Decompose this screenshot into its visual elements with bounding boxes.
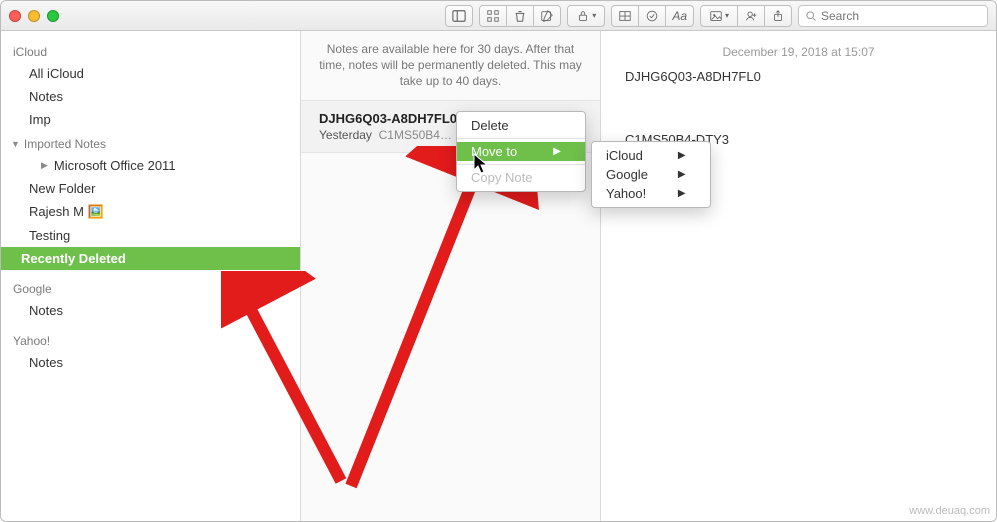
sidebar-item-rajesh[interactable]: Rajesh M 🖼️: [1, 200, 300, 224]
compose-icon: [540, 9, 554, 23]
sidebar-item-all-icloud[interactable]: All iCloud: [1, 62, 300, 85]
toolbar: ▾ Aa ▾: [1, 1, 996, 31]
menu-separator: [457, 138, 585, 139]
chevron-down-icon: ▾: [725, 11, 729, 20]
delete-button[interactable]: [506, 5, 534, 27]
chevron-right-icon: ▶: [678, 169, 686, 180]
sidebar-item-google-notes[interactable]: Notes: [1, 299, 300, 322]
sidebar-item-testing[interactable]: Testing: [1, 224, 300, 247]
search-icon: [805, 10, 817, 22]
search-field[interactable]: [798, 5, 988, 27]
panel-icon: [452, 9, 466, 23]
trash-icon: [513, 9, 527, 23]
minimize-window-button[interactable]: [28, 10, 40, 22]
sidebar-toggle-button[interactable]: [445, 5, 473, 27]
submenu-icloud[interactable]: iCloud▶: [592, 146, 710, 165]
chevron-right-icon: ▶: [553, 146, 561, 157]
app-window: ▾ Aa ▾: [0, 0, 997, 522]
chevron-right-icon: ▶: [41, 160, 48, 171]
sidebar-group-imported-notes[interactable]: ▼ Imported Notes: [1, 131, 300, 154]
context-menu: Delete Move to▶ Copy Note: [456, 111, 586, 192]
compose-button[interactable]: [533, 5, 561, 27]
add-people-button[interactable]: [737, 5, 765, 27]
section-google[interactable]: Google: [1, 276, 300, 299]
window-controls: [9, 10, 59, 22]
notes-list: Notes are available here for 30 days. Af…: [301, 31, 601, 521]
share-button[interactable]: [764, 5, 792, 27]
sidebar-item-notes[interactable]: Notes: [1, 85, 300, 108]
checklist-button[interactable]: [638, 5, 666, 27]
menu-move-to[interactable]: Move to▶: [457, 142, 585, 161]
folders-sidebar: iCloud All iCloud Notes Imp ▼ Imported N…: [1, 31, 301, 521]
chevron-down-icon: ▼: [11, 139, 20, 149]
view-grid-button[interactable]: [479, 5, 507, 27]
move-to-submenu: iCloud▶ Google▶ Yahoo!▶: [591, 141, 711, 208]
folder-label: Microsoft Office 2011: [54, 158, 176, 173]
sidebar-item-recently-deleted[interactable]: Recently Deleted: [1, 247, 300, 270]
menu-delete[interactable]: Delete: [457, 116, 585, 135]
submenu-google[interactable]: Google▶: [592, 165, 710, 184]
menu-separator: [457, 164, 585, 165]
chevron-right-icon: ▶: [678, 150, 686, 161]
chevron-down-icon: ▾: [592, 11, 596, 20]
close-window-button[interactable]: [9, 10, 21, 22]
sidebar-item-new-folder[interactable]: New Folder: [1, 177, 300, 200]
lock-icon: [576, 9, 590, 23]
media-button[interactable]: ▾: [700, 5, 738, 27]
photo-icon: [709, 9, 723, 23]
grid-icon: [486, 9, 500, 23]
note-detail-title: DJHG6Q03-A8DH7FL0: [625, 69, 972, 84]
section-yahoo[interactable]: Yahoo!: [1, 328, 300, 351]
note-date: December 19, 2018 at 15:07: [625, 45, 972, 59]
deleted-banner: Notes are available here for 30 days. Af…: [301, 37, 600, 100]
submenu-yahoo[interactable]: Yahoo!▶: [592, 184, 710, 203]
zoom-window-button[interactable]: [47, 10, 59, 22]
search-input[interactable]: [821, 9, 981, 23]
note-detail: December 19, 2018 at 15:07 DJHG6Q03-A8DH…: [601, 31, 996, 521]
table-button[interactable]: [611, 5, 639, 27]
format-button[interactable]: Aa: [665, 5, 694, 27]
add-people-icon: [744, 9, 758, 23]
group-label: Imported Notes: [24, 137, 106, 151]
lock-button[interactable]: ▾: [567, 5, 605, 27]
sidebar-item-imp[interactable]: Imp: [1, 108, 300, 131]
section-icloud[interactable]: iCloud: [1, 39, 300, 62]
sidebar-item-yahoo-notes[interactable]: Notes: [1, 351, 300, 374]
content-area: iCloud All iCloud Notes Imp ▼ Imported N…: [1, 31, 996, 521]
share-icon: [771, 9, 785, 23]
checklist-icon: [645, 9, 659, 23]
sidebar-item-msoffice[interactable]: ▶ Microsoft Office 2011: [1, 154, 300, 177]
menu-copy-note[interactable]: Copy Note: [457, 168, 585, 187]
chevron-right-icon: ▶: [678, 188, 686, 199]
table-icon: [618, 9, 632, 23]
watermark: www.deuaq.com: [909, 505, 990, 517]
